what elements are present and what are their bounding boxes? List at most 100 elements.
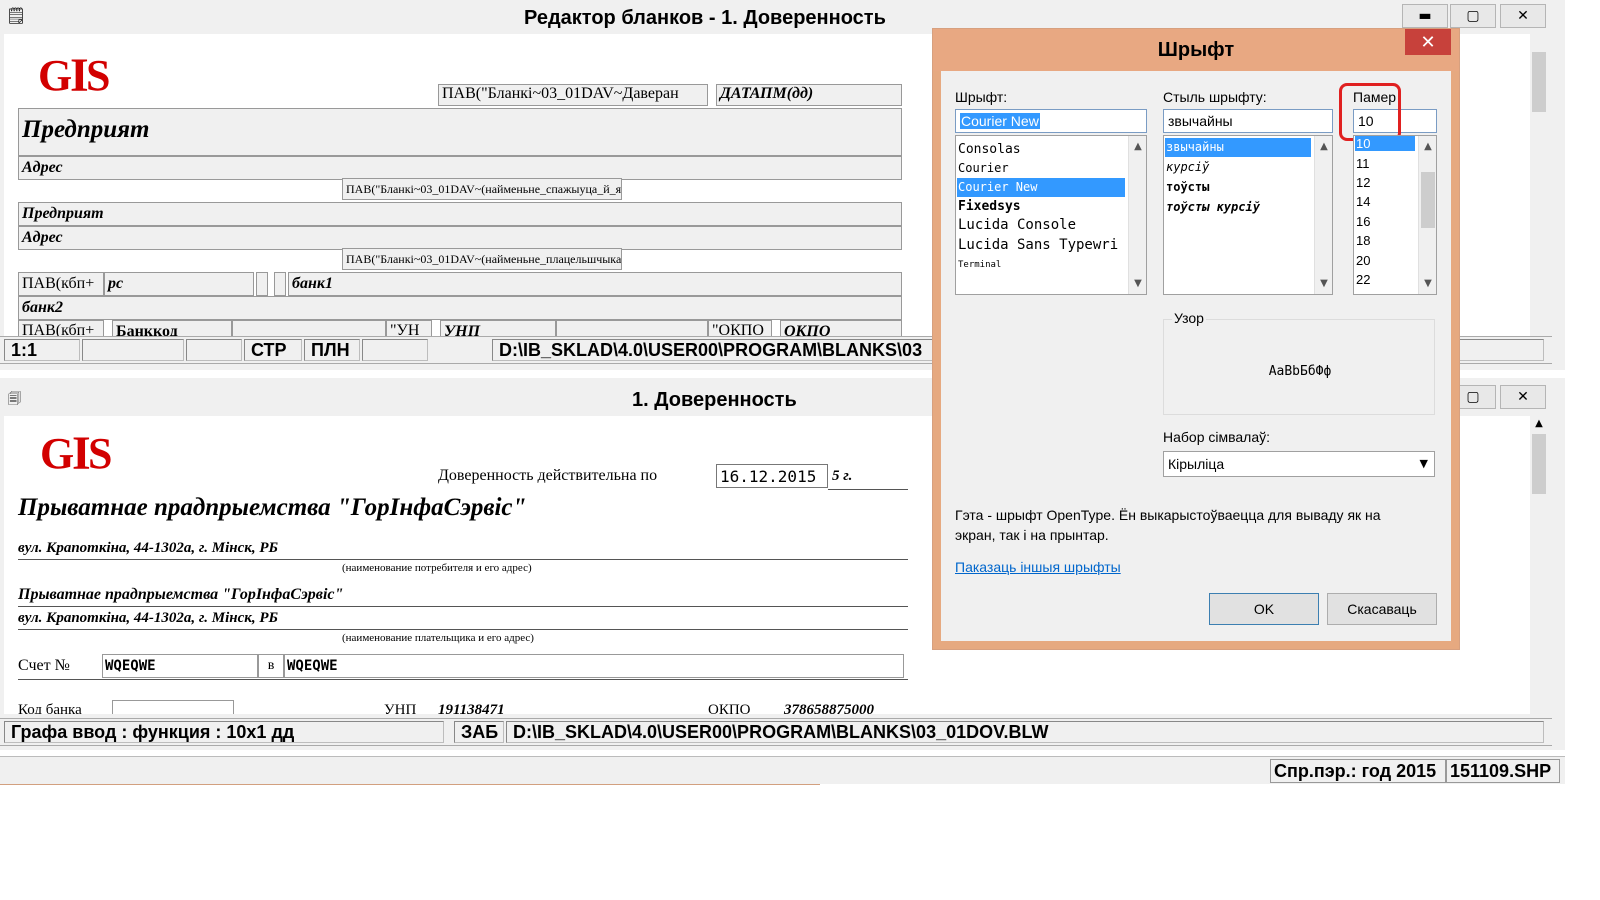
- field-okpo[interactable]: ОКПО: [780, 320, 902, 336]
- field-small-1[interactable]: [256, 272, 268, 296]
- font-dialog-title: Шрыфт: [1157, 39, 1235, 61]
- close-icon[interactable]: ✕: [1405, 29, 1451, 55]
- font-list-scrollbar[interactable]: ▲ ▼: [1128, 136, 1146, 294]
- font-item-courier[interactable]: Courier: [957, 159, 1125, 178]
- okpo-value: 378658875000: [784, 702, 874, 714]
- font-item-lucida-sans-typewriter[interactable]: Lucida Sans Typewri: [957, 236, 1125, 255]
- cancel-button[interactable]: Скасаваць: [1327, 593, 1437, 625]
- underline-3: [18, 629, 908, 630]
- field-pav-kbp-2[interactable]: ПАВ(кбп+: [18, 320, 104, 336]
- address-line-2: вул. Крапоткіна, 44-1302а, г. Мінск, РБ: [18, 610, 279, 626]
- scroll-down-icon[interactable]: ▼: [1129, 275, 1146, 292]
- size-item-14[interactable]: 14: [1355, 192, 1415, 211]
- scroll-down-icon[interactable]: ▼: [1315, 275, 1332, 292]
- field-bank2[interactable]: банк2: [18, 296, 902, 320]
- size-item-10[interactable]: 10: [1355, 136, 1415, 151]
- scroll-thumb-top[interactable]: [1532, 52, 1546, 112]
- minimize-button[interactable]: ▬: [1402, 4, 1448, 28]
- style-item-italic[interactable]: курсіў: [1165, 158, 1311, 177]
- vertical-scrollbar-top[interactable]: [1530, 34, 1548, 336]
- scroll-up-icon[interactable]: ▲: [1315, 138, 1332, 155]
- okpo-label: ОКПО: [708, 702, 751, 714]
- valid-label: Доверенность действительна по: [438, 467, 658, 484]
- app-icon[interactable]: 🗒: [6, 6, 26, 25]
- vertical-scrollbar-bottom[interactable]: ▲: [1530, 416, 1548, 714]
- status-str: СТР: [244, 339, 302, 361]
- field-rs[interactable]: рс: [104, 272, 254, 296]
- valid-date-field[interactable]: 16.12.2015: [716, 464, 828, 488]
- field-adres-1[interactable]: Адрес: [18, 156, 902, 180]
- style-item-bold[interactable]: тоўсты: [1165, 178, 1311, 197]
- size-list[interactable]: 10 11 12 14 16 18 20 22 ▲ ▼: [1353, 135, 1437, 295]
- close-button-bottom[interactable]: ✕: [1500, 385, 1546, 409]
- logo-g-bottom: G: [40, 429, 75, 478]
- bank-field[interactable]: WQEQWE: [284, 654, 904, 678]
- field-pav-kbp-1[interactable]: ПАВ(кбп+: [18, 272, 104, 296]
- size-item-16[interactable]: 16: [1355, 212, 1415, 231]
- show-more-fonts-link[interactable]: Паказаць іншыя шрыфты: [955, 559, 1121, 575]
- logo-s-bottom: S: [88, 429, 113, 478]
- font-item-consolas[interactable]: Consolas: [957, 140, 1125, 159]
- field-bankkod[interactable]: Банккод: [112, 320, 232, 336]
- scroll-up-icon[interactable]: ▲: [1129, 138, 1146, 155]
- size-item-20[interactable]: 20: [1355, 251, 1415, 270]
- field-unp[interactable]: УНП: [440, 320, 556, 336]
- charset-select[interactable]: Кірыліца ▼: [1163, 451, 1435, 477]
- maximize-button[interactable]: ▢: [1450, 4, 1496, 28]
- font-item-lucida-console[interactable]: Lucida Console: [957, 216, 1125, 235]
- window-title-bottom: 1. Доверенность: [632, 389, 797, 411]
- size-list-scrollbar[interactable]: ▲ ▼: [1418, 136, 1436, 294]
- field-blank-2[interactable]: [556, 320, 708, 336]
- field-pav-blanki[interactable]: ПАВ("Бланкі~03_01DAV~Даверан: [438, 84, 708, 106]
- font-item-terminal[interactable]: Terminal: [957, 256, 1125, 275]
- style-list[interactable]: звычайны курсіў тоўсты тоўсты курсіў ▲ ▼: [1163, 135, 1333, 295]
- scroll-thumb-bottom[interactable]: [1532, 434, 1546, 494]
- font-item-fixedsys[interactable]: Fixedsys: [957, 197, 1125, 216]
- style-item-regular[interactable]: звычайны: [1165, 138, 1311, 157]
- field-blank-1[interactable]: [232, 320, 386, 336]
- font-dialog-title-bar[interactable]: Шрыфт ✕: [933, 29, 1459, 71]
- field-okpo-q[interactable]: "ОКПО: [708, 320, 772, 336]
- size-item-22[interactable]: 22: [1355, 270, 1415, 289]
- chevron-down-icon[interactable]: ▼: [1420, 452, 1428, 476]
- field-datapm[interactable]: ДАТАПМ(дд): [716, 84, 902, 106]
- ok-button[interactable]: OK: [1209, 593, 1319, 625]
- font-item-courier-new[interactable]: Courier New: [957, 178, 1125, 197]
- scroll-up-icon[interactable]: ▲: [1419, 138, 1436, 155]
- field-pav-spazhyuts[interactable]: ПАВ("Бланкі~03_01DAV~(найменьне_спажыуца…: [342, 178, 622, 200]
- scroll-down-icon[interactable]: ▼: [1419, 275, 1436, 292]
- font-input[interactable]: Courier New: [955, 109, 1147, 133]
- font-list[interactable]: Consolas Courier Courier New Fixedsys Lu…: [955, 135, 1147, 295]
- status-pln: ПЛН: [304, 339, 360, 361]
- status-seg-3: [186, 339, 242, 361]
- sample-text: AaBbБбФф: [1268, 364, 1332, 379]
- account-field[interactable]: WQEQWE: [102, 654, 258, 678]
- style-item-bold-italic[interactable]: тоўсты курсіў: [1165, 198, 1311, 217]
- field-un[interactable]: "УН: [386, 320, 432, 336]
- company-line-2: Прыватнае прадпрыемства "ГорІнфаСэрвіс": [18, 586, 344, 603]
- doc-icon[interactable]: 🗐: [8, 390, 21, 412]
- sample-label: Узор: [1172, 310, 1206, 326]
- size-item-11[interactable]: 11: [1355, 154, 1415, 173]
- status-file: 151109.SHP: [1446, 759, 1560, 783]
- divider-line: [0, 784, 820, 785]
- field-predpriyat-2[interactable]: Предприят: [18, 202, 902, 226]
- field-predpriyat-big[interactable]: Предприят: [18, 108, 902, 156]
- close-button[interactable]: ✕: [1500, 4, 1546, 28]
- year-suffix: 5 г.: [832, 468, 853, 484]
- field-adres-2[interactable]: Адрес: [18, 226, 902, 250]
- bank-code-field[interactable]: [112, 700, 234, 714]
- window-title: Редактор бланков - 1. Доверенность: [524, 7, 886, 29]
- size-item-18[interactable]: 18: [1355, 231, 1415, 250]
- underline-1: [18, 559, 908, 560]
- size-item-12[interactable]: 12: [1355, 173, 1415, 192]
- field-bank1[interactable]: банк1: [288, 272, 902, 296]
- style-input[interactable]: звычайны: [1163, 109, 1333, 133]
- sample-group: Узор AaBbБбФф: [1163, 310, 1435, 415]
- style-list-scrollbar[interactable]: ▲ ▼: [1314, 136, 1332, 294]
- size-scroll-thumb[interactable]: [1421, 172, 1435, 228]
- field-small-2[interactable]: [274, 272, 286, 296]
- logo-s: S: [86, 51, 111, 100]
- field-pav-platsel[interactable]: ПАВ("Бланкі~03_01DAV~(найменьне_плацельш…: [342, 248, 622, 270]
- scroll-up-icon[interactable]: ▲: [1530, 418, 1548, 429]
